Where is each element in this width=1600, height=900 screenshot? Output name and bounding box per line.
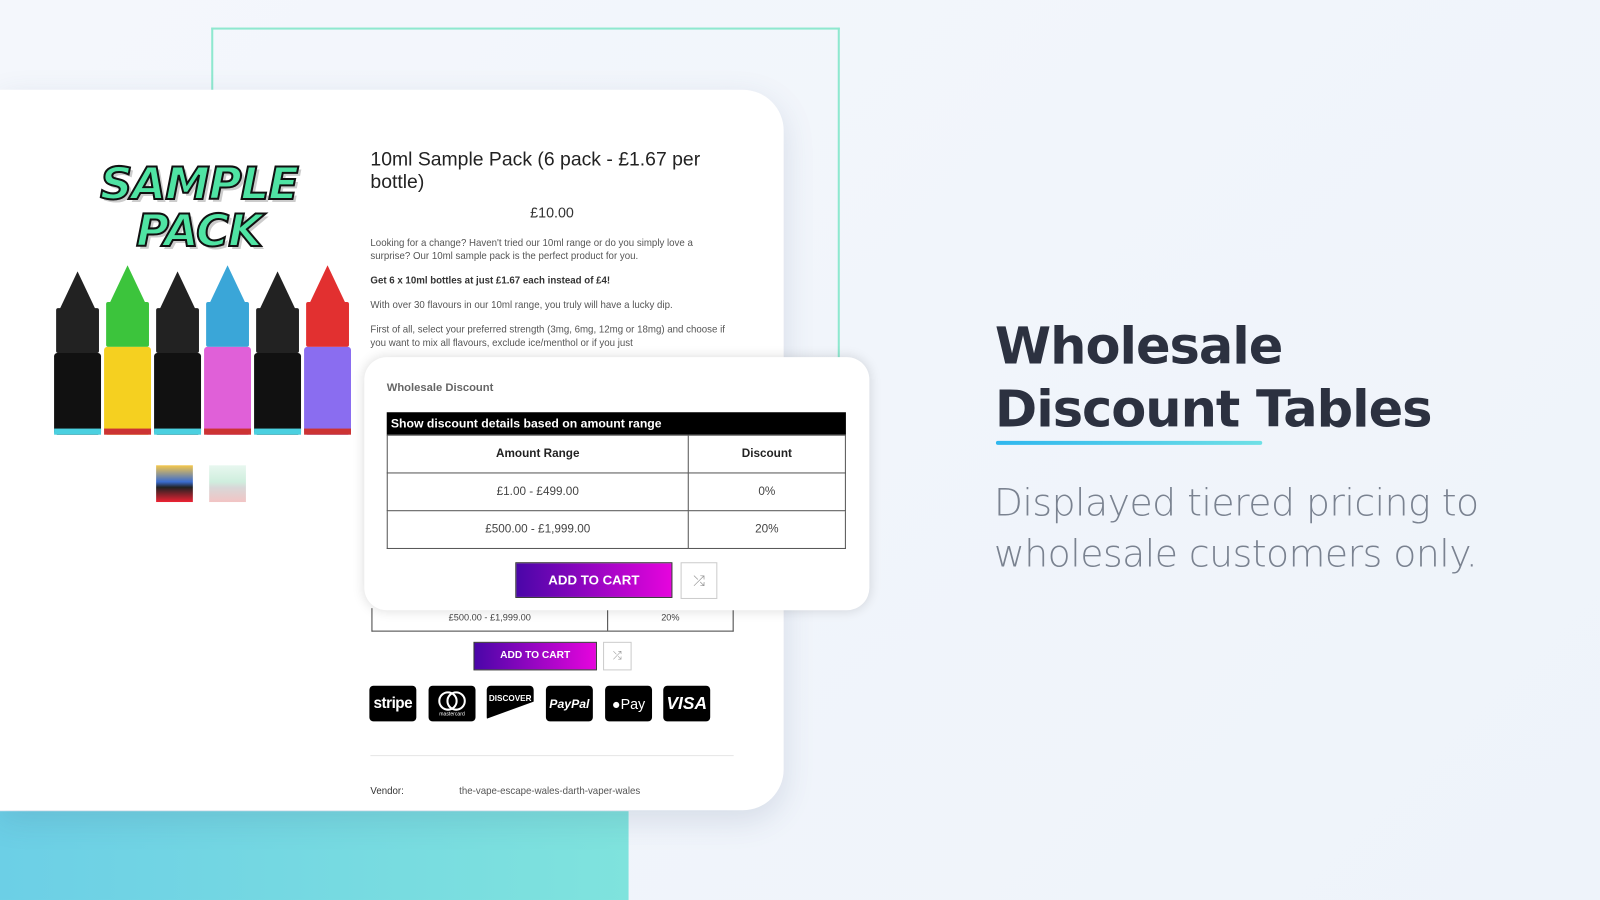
compare-button[interactable]: ⤮: [603, 641, 632, 671]
amount-range-cell: £1.00 - £499.00: [386, 472, 689, 512]
column-header-discount: Discount: [687, 434, 846, 474]
discount-cell: 20%: [661, 612, 680, 623]
decorative-block: [0, 811, 629, 900]
mastercard-icon: mastercard: [428, 685, 476, 722]
amount-range-cell: £500.00 - £1,999.00: [372, 608, 609, 631]
amount-range-cell: £500.00 - £1,999.00: [386, 510, 689, 549]
add-to-cart-button[interactable]: ADD TO CART: [473, 641, 597, 671]
wholesale-discount-popup: Wholesale Discount Show discount details…: [364, 357, 870, 611]
subheadline-line: wholesale customers only.: [993, 531, 1478, 576]
add-to-cart-button[interactable]: ADD TO CART: [515, 562, 673, 598]
product-description: With over 30 flavours in our 10ml range,…: [370, 299, 673, 312]
bottle: [254, 271, 302, 435]
discount-cell: 0%: [687, 472, 846, 512]
apple-pay-icon: ● Pay: [605, 685, 653, 722]
table-caption: Show discount details based on amount ra…: [386, 412, 846, 435]
headline: Wholesale Discount Tables: [994, 314, 1433, 441]
shuffle-icon: ⤮: [612, 649, 622, 662]
product-thumbnail-1[interactable]: [156, 465, 193, 503]
discount-cell: 20%: [687, 510, 846, 549]
discover-icon: DISCOVER: [486, 685, 534, 722]
promo-canvas: SAMPLE PACK 10ml Sample Pack (6 pack - £1…: [0, 0, 1600, 900]
compare-button[interactable]: ⤮: [680, 562, 718, 599]
product-description: Get 6 x 10ml bottles at just £1.67 each …: [370, 275, 611, 287]
shuffle-icon: ⤮: [693, 571, 705, 589]
bottle: [154, 271, 202, 435]
visa-icon: VISA: [663, 685, 711, 722]
stripe-icon: stripe: [369, 685, 417, 722]
sample-pack-logo: SAMPLE PACK: [99, 158, 300, 258]
headline-line: Discount Tables: [994, 379, 1433, 439]
product-description: Looking for a change? Haven't tried our …: [370, 237, 693, 263]
divider: [370, 755, 734, 757]
bottle: [54, 271, 102, 435]
accent-underline: [995, 440, 1263, 445]
column-header-amount-range: Amount Range: [386, 434, 689, 474]
product-thumbnail-2[interactable]: [209, 465, 246, 503]
bottle: [204, 265, 252, 435]
table-row: £1.00 - £499.00 0%: [386, 472, 846, 512]
discount-table-row: £500.00 - £1,999.00 20%: [371, 608, 734, 632]
product-price: £10.00: [530, 204, 574, 221]
product-title: 10ml Sample Pack (6 pack - £1.67 per bot…: [370, 148, 701, 193]
popup-heading: Wholesale Discount: [386, 381, 494, 394]
product-description: First of all, select your preferred stre…: [370, 324, 725, 349]
bottle: [104, 265, 152, 435]
discount-table: Show discount details based on amount ra…: [386, 412, 846, 549]
subheadline: Displayed tiered pricing to wholesale cu…: [994, 478, 1479, 580]
vendor-value[interactable]: the-vape-escape-wales-darth-vaper-wales: [459, 786, 640, 797]
headline-line: Wholesale: [994, 316, 1283, 376]
product-image[interactable]: [53, 265, 352, 441]
bottle: [304, 265, 352, 435]
subheadline-line: Displayed tiered pricing to: [993, 480, 1479, 525]
table-row: £500.00 - £1,999.00 20%: [386, 510, 846, 549]
vendor-label: Vendor:: [370, 785, 404, 797]
paypal-icon: PayPal: [545, 685, 593, 722]
